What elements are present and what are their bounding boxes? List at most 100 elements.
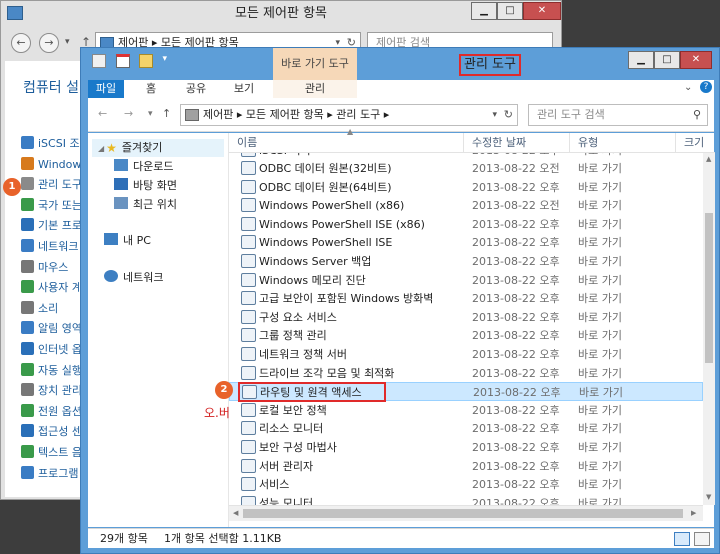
table-row[interactable]: 보안 구성 마법사 2013-08-22 오후 바로 가기: [229, 438, 703, 457]
large-icons-view-icon[interactable]: [694, 532, 710, 546]
minimize-button[interactable]: ▁: [628, 51, 654, 69]
table-row[interactable]: Windows PowerShell ISE 2013-08-22 오후 바로 가기: [229, 233, 703, 252]
close-button[interactable]: ✕: [680, 51, 712, 69]
notification-icon: [21, 321, 34, 335]
control-panel-item-label: 인터넷 옵: [38, 343, 82, 356]
shortcut-icon: [241, 272, 256, 287]
table-row[interactable]: 네트워크 정책 서버 2013-08-22 오후 바로 가기: [229, 345, 703, 364]
table-row[interactable]: 로컬 보안 정책 2013-08-22 오후 바로 가기: [229, 401, 703, 420]
search-input[interactable]: 관리 도구 검색 ⚲: [528, 104, 708, 126]
table-row[interactable]: 리소스 모니터 2013-08-22 오후 바로 가기: [229, 419, 703, 438]
control-panel-item[interactable]: 인터넷 옵: [21, 340, 82, 360]
control-panel-item[interactable]: 마우스: [21, 258, 68, 278]
forward-arrow-icon[interactable]: →: [39, 33, 59, 53]
details-view-icon[interactable]: [674, 532, 690, 546]
properties-icon[interactable]: [115, 54, 130, 68]
collapse-icon[interactable]: ◢: [98, 144, 104, 153]
column-date[interactable]: 수정한 날짜: [464, 133, 570, 153]
table-row[interactable]: Windows PowerShell (x86) 2013-08-22 오전 바로 …: [229, 196, 703, 215]
ribbon-expand-icon[interactable]: ⌄: [684, 82, 692, 93]
table-row[interactable]: ODBC 데이터 원본(64비트) 2013-08-22 오후 바로 가기: [229, 178, 703, 197]
file-type: 바로 가기: [578, 180, 622, 194]
scroll-thumb[interactable]: [705, 213, 713, 363]
tab-home[interactable]: 홈: [136, 80, 166, 98]
control-panel-item[interactable]: 소리: [21, 299, 58, 319]
column-size[interactable]: 크기: [676, 133, 715, 153]
control-panel-item[interactable]: 텍스트 음: [21, 443, 82, 463]
control-panel-item[interactable]: iSCSI 조: [21, 134, 80, 154]
control-panel-item[interactable]: 장치 관리: [21, 381, 82, 401]
hscroll-thumb[interactable]: [243, 509, 683, 518]
control-panel-item[interactable]: 자동 실행: [21, 361, 82, 381]
new-folder-icon[interactable]: [139, 54, 153, 68]
history-chevron-icon[interactable]: ▾: [65, 37, 70, 47]
table-row[interactable]: 드라이브 조각 모음 및 최적화 2013-08-22 오후 바로 가기: [229, 364, 703, 383]
tab-share[interactable]: 공유: [176, 80, 216, 98]
file-name-cell: 서버 관리자: [241, 457, 313, 476]
table-row[interactable]: 고급 보안이 포함된 Windows 방화벽 2013-08-22 오후 바로 가기: [229, 289, 703, 308]
control-panel-item[interactable]: 전원 옵션: [21, 402, 82, 422]
table-row[interactable]: 구성 요소 서비스 2013-08-22 오후 바로 가기: [229, 308, 703, 327]
control-panel-item[interactable]: 관리 도구: [21, 175, 82, 195]
nav-favorites[interactable]: ◢ ★ 즐겨찾기: [92, 139, 224, 157]
control-panel-item[interactable]: 사용자 계: [21, 278, 82, 298]
step-badge-2: 2: [215, 381, 233, 399]
recent-places-icon: [114, 197, 128, 209]
address-bar[interactable]: 제어판 ▸ 모든 제어판 항목 ▸ 관리 도구 ▸ ▾ ↻: [180, 104, 518, 126]
maximize-button[interactable]: □: [497, 2, 523, 20]
maximize-button[interactable]: □: [654, 51, 680, 69]
column-type[interactable]: 유형: [570, 133, 676, 153]
window-menu-icon[interactable]: [92, 54, 106, 68]
minimize-button[interactable]: ▁: [471, 2, 497, 20]
column-name[interactable]: 이름: [229, 133, 464, 153]
table-row[interactable]: 서비스 2013-08-22 오후 바로 가기: [229, 475, 703, 494]
table-row[interactable]: ODBC 데이터 원본(32비트) 2013-08-22 오전 바로 가기: [229, 159, 703, 178]
tab-manage[interactable]: 관리: [273, 80, 357, 98]
shortcut-icon: [241, 153, 256, 157]
forward-arrow-icon[interactable]: →: [124, 107, 133, 120]
nav-recent[interactable]: 최근 위치: [114, 196, 177, 214]
close-button[interactable]: ✕: [523, 2, 561, 20]
table-row[interactable]: Windows 메모리 진단 2013-08-22 오후 바로 가기: [229, 271, 703, 290]
up-arrow-icon[interactable]: ↑: [162, 107, 171, 120]
table-row[interactable]: 라우팅 및 원격 액세스 2013-08-22 오후 바로 가기: [229, 382, 703, 403]
back-arrow-icon[interactable]: ←: [11, 33, 31, 53]
scroll-left-icon[interactable]: ◀: [233, 509, 238, 517]
table-row[interactable]: Windows Server 백업 2013-08-22 오후 바로 가기: [229, 252, 703, 271]
tab-view[interactable]: 보기: [224, 80, 264, 98]
file-name: iSCSI 이니: [259, 153, 311, 157]
file-name-cell: 그룹 정책 관리: [241, 326, 327, 345]
control-panel-item[interactable]: 네트워크: [21, 237, 78, 257]
table-row[interactable]: Windows PowerShell ISE (x86) 2013-08-22 오…: [229, 215, 703, 234]
table-row[interactable]: 서버 관리자 2013-08-22 오후 바로 가기: [229, 457, 703, 476]
control-panel-item[interactable]: 국가 또는: [21, 196, 82, 216]
sort-indicator-icon: ▲: [347, 127, 354, 136]
nav-network[interactable]: 네트워크: [104, 269, 163, 287]
scroll-right-icon[interactable]: ▶: [691, 509, 696, 517]
control-panel-item[interactable]: 알림 영역: [21, 319, 82, 339]
nav-downloads[interactable]: 다운로드: [114, 158, 173, 176]
search-icon[interactable]: ⚲: [693, 105, 701, 125]
file-type: 바로 가기: [578, 478, 622, 492]
control-panel-item[interactable]: Windows: [21, 155, 87, 175]
vertical-scrollbar[interactable]: ▲ ▼: [703, 153, 715, 505]
ribbon-tabs: 파일 홈 공유 보기 관리 ⌄ ?: [88, 80, 714, 98]
horizontal-scrollbar[interactable]: ◀ ▶: [229, 505, 703, 521]
control-panel-item[interactable]: 프로그램: [21, 464, 78, 484]
tab-file[interactable]: 파일: [88, 80, 124, 98]
internet-options-icon: [21, 342, 34, 355]
table-row[interactable]: 그룹 정책 관리 2013-08-22 오후 바로 가기: [229, 326, 703, 345]
refresh-icon[interactable]: ↻: [504, 105, 513, 125]
nav-desktop[interactable]: 바탕 화면: [114, 177, 177, 195]
nav-mypc[interactable]: 내 PC: [104, 232, 151, 250]
scroll-up-icon[interactable]: ▲: [706, 155, 711, 163]
help-icon[interactable]: ?: [700, 81, 712, 93]
toolbar-dropdown-icon[interactable]: ▾: [163, 54, 171, 68]
table-row[interactable]: 성능 모니터 2013-08-22 오후 바로 가기: [229, 494, 703, 505]
history-chevron-icon[interactable]: ▾: [148, 109, 153, 119]
control-panel-item[interactable]: 접근성 센: [21, 422, 82, 442]
back-arrow-icon[interactable]: ←: [98, 107, 107, 120]
dropdown-icon[interactable]: ▾: [492, 105, 497, 125]
control-panel-item[interactable]: 기본 프로: [21, 216, 82, 236]
scroll-down-icon[interactable]: ▼: [706, 493, 711, 501]
